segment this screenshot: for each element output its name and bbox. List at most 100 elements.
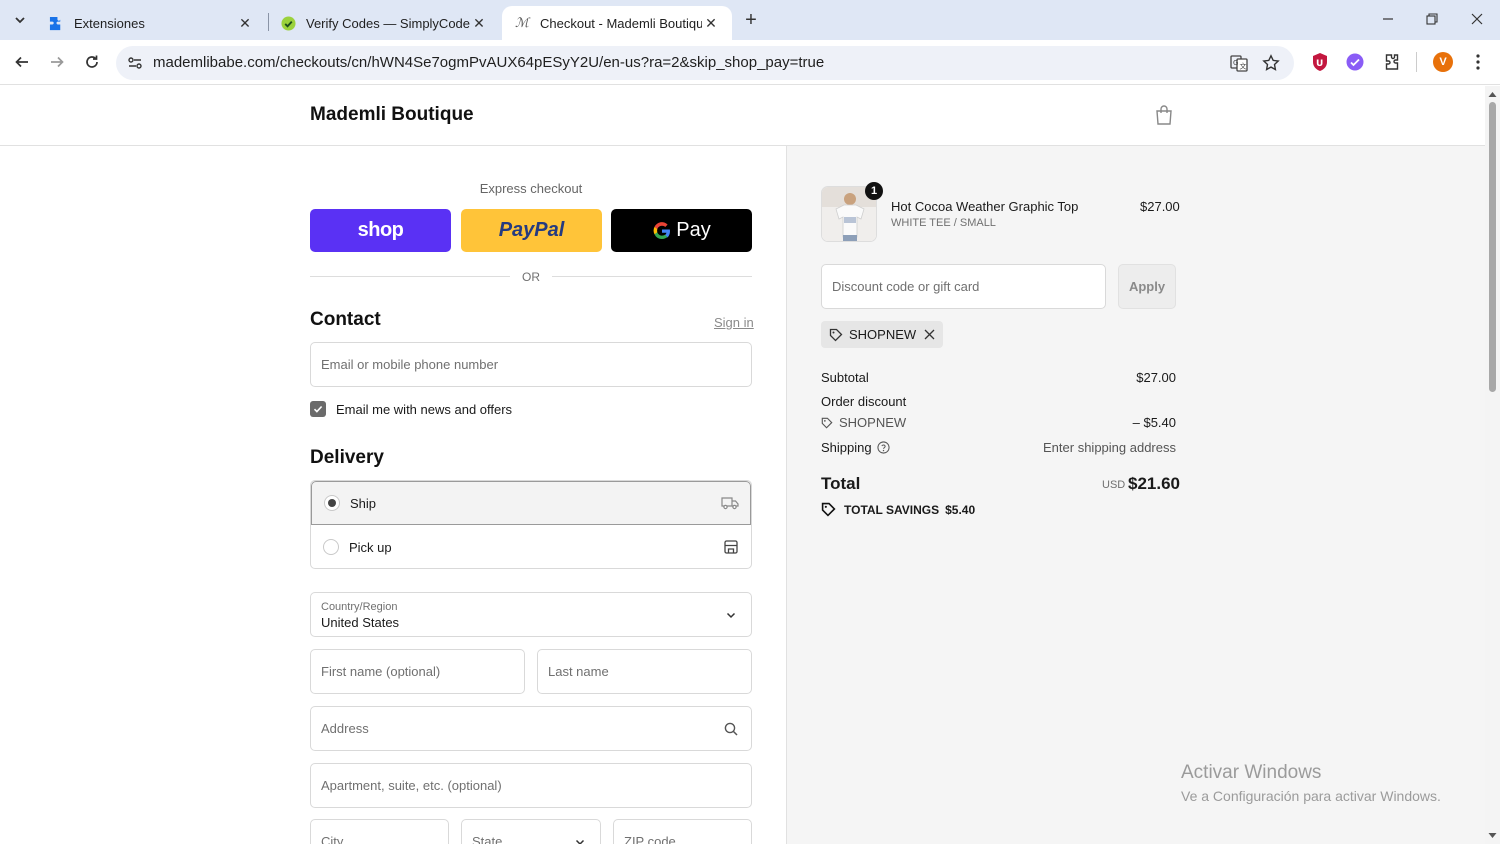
address-placeholder: Address bbox=[321, 721, 369, 736]
windows-watermark-subtitle: Ve a Configuración para activar Windows. bbox=[1181, 788, 1441, 804]
country-label: Country/Region bbox=[321, 601, 398, 613]
last-name-field[interactable]: Last name bbox=[537, 649, 752, 694]
tab-title: Extensiones bbox=[74, 15, 145, 31]
apply-discount-button[interactable]: Apply bbox=[1118, 264, 1176, 309]
tab-checkout[interactable]: ℳ Checkout - Mademli Boutique ✕ bbox=[502, 6, 732, 40]
zip-field[interactable]: ZIP code bbox=[613, 819, 752, 844]
url-text: mademlibabe.com/checkouts/cn/hWN4Se7ogmP… bbox=[153, 54, 825, 71]
shopping-bag-icon[interactable] bbox=[1154, 104, 1174, 126]
close-tab-icon[interactable]: ✕ bbox=[470, 14, 488, 32]
restore-icon[interactable] bbox=[1419, 8, 1445, 30]
paypal-button[interactable]: PayPal bbox=[461, 209, 602, 252]
country-select[interactable]: Country/Region United States bbox=[310, 592, 752, 637]
newsletter-option[interactable]: Email me with news and offers bbox=[310, 400, 512, 418]
page-scrollbar[interactable] bbox=[1485, 86, 1500, 844]
total-value: $21.60 bbox=[1128, 474, 1180, 493]
total-savings: TOTAL SAVINGS $5.40 bbox=[821, 502, 975, 517]
remove-discount-icon[interactable] bbox=[924, 329, 935, 340]
shipping-value: Enter shipping address bbox=[1043, 440, 1176, 455]
sign-in-link[interactable]: Sign in bbox=[714, 315, 754, 330]
applied-discount-tag: SHOPNEW bbox=[821, 321, 944, 348]
site-info-icon[interactable] bbox=[124, 52, 146, 74]
ship-radio[interactable] bbox=[324, 495, 340, 511]
profile-avatar[interactable]: V bbox=[1431, 50, 1455, 74]
menu-icon[interactable] bbox=[1466, 50, 1490, 74]
browser-toolbar: mademlibabe.com/checkouts/cn/hWN4Se7ogmP… bbox=[0, 40, 1500, 85]
tag-icon bbox=[829, 328, 843, 342]
scroll-up-icon[interactable] bbox=[1488, 90, 1497, 99]
email-field[interactable]: Email or mobile phone number bbox=[310, 342, 752, 387]
city-placeholder: City bbox=[321, 834, 344, 844]
product-name: Hot Cocoa Weather Graphic Top bbox=[891, 199, 1079, 214]
tab-search-button[interactable] bbox=[8, 8, 32, 32]
order-summary: 1 Hot Cocoa Weather Graphic Top WHITE TE… bbox=[786, 146, 1485, 844]
scroll-down-icon[interactable] bbox=[1488, 831, 1497, 840]
star-icon[interactable] bbox=[1260, 52, 1282, 74]
arrow-left-icon bbox=[15, 56, 28, 68]
order-discount-label: Order discount bbox=[821, 394, 907, 409]
delivery-option-ship[interactable]: Ship bbox=[311, 481, 751, 525]
email-placeholder: Email or mobile phone number bbox=[321, 357, 499, 372]
ship-label: Ship bbox=[350, 495, 377, 511]
product-price: $27.00 bbox=[1140, 199, 1180, 214]
quantity-badge: 1 bbox=[865, 182, 883, 200]
tab-simplycodes[interactable]: Verify Codes — SimplyCodes ✕ bbox=[268, 6, 500, 40]
simplycodes-icon bbox=[280, 15, 296, 31]
google-g-icon bbox=[653, 221, 671, 239]
translate-icon[interactable]: G文 bbox=[1228, 52, 1250, 74]
scroll-thumb[interactable] bbox=[1489, 102, 1496, 392]
google-pay-label: Pay bbox=[676, 219, 711, 241]
back-button[interactable] bbox=[9, 49, 35, 75]
minimize-icon[interactable] bbox=[1375, 8, 1401, 30]
tab-extensions[interactable]: Extensiones ✕ bbox=[36, 6, 266, 40]
tab-title: Checkout - Mademli Boutique bbox=[540, 15, 702, 31]
apartment-placeholder: Apartment, suite, etc. (optional) bbox=[321, 778, 502, 793]
or-divider: OR bbox=[310, 270, 752, 284]
address-field[interactable]: Address bbox=[310, 706, 752, 751]
discount-code-field[interactable]: Discount code or gift card bbox=[821, 264, 1106, 309]
extension-purple-icon[interactable] bbox=[1343, 50, 1367, 74]
svg-text:U: U bbox=[1316, 59, 1323, 69]
last-name-placeholder: Last name bbox=[548, 664, 609, 679]
first-name-field[interactable]: First name (optional) bbox=[310, 649, 525, 694]
city-field[interactable]: City bbox=[310, 819, 449, 844]
store-name[interactable]: Mademli Boutique bbox=[310, 104, 474, 126]
truck-icon bbox=[721, 494, 739, 512]
google-pay-button[interactable]: Pay bbox=[611, 209, 752, 252]
apartment-field[interactable]: Apartment, suite, etc. (optional) bbox=[310, 763, 752, 808]
delivery-heading: Delivery bbox=[310, 447, 384, 468]
subtotal-label: Subtotal bbox=[821, 370, 869, 385]
discount-placeholder: Discount code or gift card bbox=[832, 279, 980, 294]
state-placeholder: State bbox=[472, 834, 503, 844]
newsletter-checkbox[interactable] bbox=[310, 401, 326, 417]
store-icon bbox=[722, 538, 740, 556]
forward-button[interactable] bbox=[44, 49, 70, 75]
close-window-icon[interactable] bbox=[1464, 8, 1490, 30]
ublock-icon[interactable]: U bbox=[1308, 50, 1332, 74]
extensions-icon[interactable] bbox=[1379, 50, 1403, 74]
reload-button[interactable] bbox=[79, 49, 105, 75]
shop-pay-logo: shop bbox=[357, 219, 404, 241]
reload-icon bbox=[86, 55, 98, 68]
order-discount-row: Order discount bbox=[821, 394, 1176, 409]
state-select[interactable]: State bbox=[461, 819, 601, 844]
newsletter-label: Email me with news and offers bbox=[336, 401, 513, 417]
address-bar[interactable]: mademlibabe.com/checkouts/cn/hWN4Se7ogmP… bbox=[116, 46, 1294, 80]
arrow-right-icon bbox=[51, 56, 64, 68]
express-checkout-label: Express checkout bbox=[479, 181, 583, 196]
pickup-radio[interactable] bbox=[323, 539, 339, 555]
subtotal-value: $27.00 bbox=[1136, 370, 1176, 385]
help-icon[interactable] bbox=[877, 441, 890, 454]
close-tab-icon[interactable]: ✕ bbox=[702, 14, 720, 32]
avatar: V bbox=[1433, 52, 1453, 72]
shop-pay-button[interactable]: shop bbox=[310, 209, 451, 252]
shipping-label: Shipping bbox=[821, 440, 872, 455]
radio-dot bbox=[328, 499, 336, 507]
chevron-down-icon bbox=[571, 833, 589, 844]
delivery-option-pickup[interactable]: Pick up bbox=[311, 525, 751, 568]
search-icon bbox=[722, 720, 740, 738]
checkout-header: Mademli Boutique bbox=[0, 86, 1485, 146]
new-tab-button[interactable]: + bbox=[740, 9, 762, 31]
total-label: Total bbox=[821, 474, 861, 493]
close-tab-icon[interactable]: ✕ bbox=[236, 14, 254, 32]
